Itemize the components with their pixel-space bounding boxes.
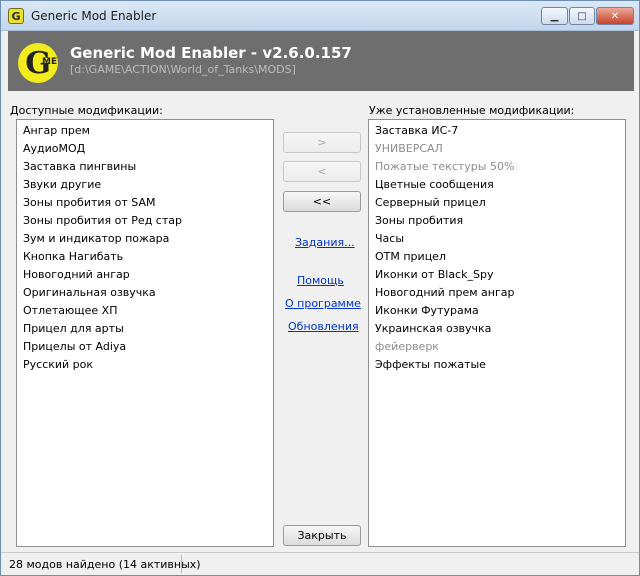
list-item[interactable]: АудиоМОД bbox=[17, 140, 273, 158]
installed-mods-label: Уже установленные модификации: bbox=[369, 104, 575, 117]
list-item[interactable]: Новогодний ангар bbox=[17, 266, 273, 284]
title-bar[interactable]: G Generic Mod Enabler ▁ □ ✕ bbox=[1, 1, 639, 31]
minimize-button[interactable]: ▁ bbox=[541, 7, 568, 25]
list-item[interactable]: Заставка пингвины bbox=[17, 158, 273, 176]
app-icon[interactable]: G bbox=[8, 8, 24, 24]
updates-link[interactable]: Обновления bbox=[288, 320, 359, 333]
deactivate-mod-button[interactable]: < bbox=[283, 161, 361, 182]
list-item[interactable]: Зоны пробития от Ред стар bbox=[17, 212, 273, 230]
list-item[interactable]: Отлетающее ХП bbox=[17, 302, 273, 320]
about-link[interactable]: О программе bbox=[285, 297, 361, 310]
list-item[interactable]: Часы bbox=[369, 230, 625, 248]
list-item[interactable]: Прицелы от Adiya bbox=[17, 338, 273, 356]
list-item[interactable]: Серверный прицел bbox=[369, 194, 625, 212]
list-item[interactable]: Пожатые текстуры 50% bbox=[369, 158, 625, 176]
activate-mod-button[interactable]: > bbox=[283, 132, 361, 153]
list-item[interactable]: Украинская озвучка bbox=[369, 320, 625, 338]
status-divider bbox=[181, 555, 182, 573]
available-mods-list[interactable]: Ангар прем АудиоМОД Заставка пингвины Звуки… bbox=[16, 119, 274, 547]
status-text: 28 модов найдено (14 активных) bbox=[9, 558, 201, 571]
maximize-button[interactable]: □ bbox=[569, 7, 595, 25]
available-mods-label: Доступные модификации: bbox=[10, 104, 163, 117]
list-item[interactable]: Эффекты пожатые bbox=[369, 356, 625, 374]
list-item[interactable]: Звуки другие bbox=[17, 176, 273, 194]
app-title: Generic Mod Enabler - v2.6.0.157 bbox=[70, 44, 352, 62]
close-window-button[interactable]: ✕ bbox=[596, 7, 634, 25]
main-window: G Generic Mod Enabler ▁ □ ✕ G ME Generic… bbox=[0, 0, 640, 576]
gme-logo-sub: ME bbox=[42, 57, 58, 67]
status-bar: 28 модов найдено (14 активных) bbox=[1, 552, 639, 575]
list-item[interactable]: Зоны пробития bbox=[369, 212, 625, 230]
list-item[interactable]: Оригинальная озвучка bbox=[17, 284, 273, 302]
deactivate-all-button[interactable]: << bbox=[283, 191, 361, 212]
close-button[interactable]: Закрыть bbox=[283, 525, 361, 546]
list-item[interactable]: Иконки Футурама bbox=[369, 302, 625, 320]
list-item[interactable]: УНИВЕРСАЛ bbox=[369, 140, 625, 158]
help-link[interactable]: Помощь bbox=[297, 274, 344, 287]
list-item[interactable]: Заставка ИС-7 bbox=[369, 122, 625, 140]
list-item[interactable]: ОТМ прицел bbox=[369, 248, 625, 266]
installed-mods-list[interactable]: Заставка ИС-7 УНИВЕРСАЛ Пожатые текстуры 5… bbox=[368, 119, 626, 547]
list-item[interactable]: Иконки от Black_Spy bbox=[369, 266, 625, 284]
tasks-link[interactable]: Задания... bbox=[295, 236, 355, 249]
window-title: Generic Mod Enabler bbox=[31, 9, 157, 23]
list-item[interactable]: Ангар прем bbox=[17, 122, 273, 140]
list-item[interactable]: Новогодний прем ангар bbox=[369, 284, 625, 302]
list-item[interactable]: фейерверк bbox=[369, 338, 625, 356]
list-item[interactable]: Кнопка Нагибать bbox=[17, 248, 273, 266]
mods-path: [d:\GAME\ACTION\World_of_Tanks\MODS] bbox=[70, 63, 296, 76]
list-item[interactable]: Цветные сообщения bbox=[369, 176, 625, 194]
header-banner: G ME Generic Mod Enabler - v2.6.0.157 [d… bbox=[8, 31, 634, 91]
list-item[interactable]: Зоны пробития от SAM bbox=[17, 194, 273, 212]
list-item[interactable]: Русский рок bbox=[17, 356, 273, 374]
list-item[interactable]: Зум и индикатор пожара bbox=[17, 230, 273, 248]
list-item[interactable]: Прицел для арты bbox=[17, 320, 273, 338]
